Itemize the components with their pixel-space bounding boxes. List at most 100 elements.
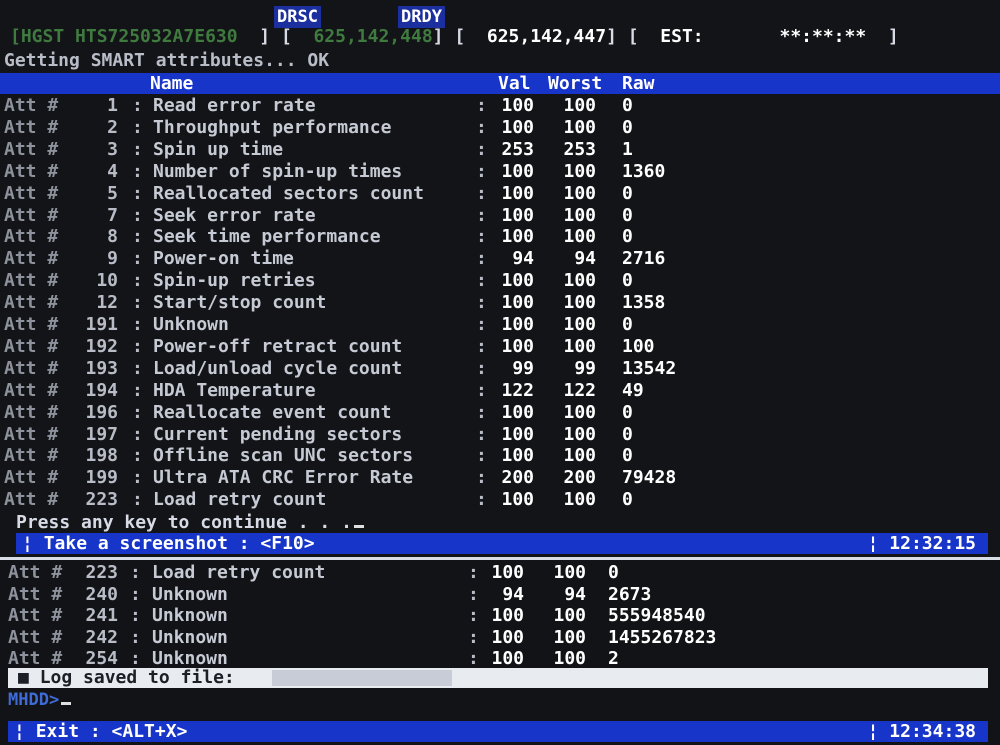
log-saved-bar: ■ Log saved to file:: [8, 668, 988, 688]
attr-prefix: Att #: [4, 445, 59, 467]
attr-raw: 79428: [622, 467, 677, 489]
attr-id: 192: [85, 335, 118, 357]
table-row: Att #191: Unknown:100 100 0: [0, 314, 1000, 336]
attr-prefix: Att #: [4, 401, 59, 423]
attr-worst: 100: [553, 605, 586, 626]
attr-prefix: Att #: [8, 562, 63, 583]
attr-worst: 94: [564, 583, 586, 605]
attr-raw: 1358: [622, 292, 666, 314]
attr-id: 241: [85, 605, 118, 626]
smart-status-message: Getting SMART attributes... OK: [4, 50, 330, 71]
separator: :: [476, 335, 487, 357]
attr-name: Start/stop count: [153, 292, 327, 314]
attr-val: 100: [501, 335, 534, 357]
attr-prefix: Att #: [4, 204, 59, 226]
table-row: Att #196: Reallocate event count:100 100 0: [0, 402, 1000, 424]
attr-val: 99: [512, 357, 534, 379]
attr-raw: 2716: [622, 248, 666, 270]
separator: :: [132, 226, 143, 248]
separator: :: [132, 489, 143, 511]
attr-val: 100: [491, 605, 524, 626]
table-row: Att #4: Number of spin-up times:100 100 136…: [0, 161, 1000, 183]
attr-raw: 2: [608, 648, 619, 669]
attr-worst: 100: [563, 182, 596, 204]
table-header: Name Val Worst Raw: [0, 73, 1000, 94]
attr-val: 100: [501, 204, 534, 226]
attr-name: Unknown: [153, 314, 229, 335]
separator: :: [132, 335, 143, 357]
separator: :: [476, 182, 487, 204]
attr-prefix: Att #: [4, 292, 59, 314]
table-row: Att #10: Spin-up retries:100 100 0: [0, 270, 1000, 292]
attr-val: 100: [501, 314, 534, 335]
attr-worst: 100: [563, 160, 596, 182]
exit-hint: ¦ Exit : <ALT+X>: [14, 721, 188, 742]
table-row: Att #194: HDA Temperature:122 122 49: [0, 380, 1000, 402]
attr-val: 100: [501, 226, 534, 248]
attr-name: Reallocated sectors count: [153, 182, 424, 204]
attr-id: 4: [107, 160, 118, 182]
separator: :: [476, 314, 487, 335]
separator: :: [130, 605, 141, 626]
attr-prefix: Att #: [4, 357, 59, 379]
est-label: EST:: [660, 26, 704, 47]
attr-id: 3: [107, 138, 118, 160]
attr-name: Seek error rate: [153, 204, 316, 226]
attr-prefix: Att #: [8, 626, 63, 648]
attr-id: 191: [85, 314, 118, 335]
separator: :: [476, 423, 487, 445]
lba-max: 625,142,448: [313, 26, 433, 47]
separator: :: [476, 357, 487, 379]
attr-val: 100: [501, 401, 534, 423]
log-message: ■ Log saved to file:: [18, 667, 235, 688]
attr-worst: 100: [553, 648, 586, 669]
attr-raw: 0: [608, 562, 619, 583]
attr-name: Throughput performance: [153, 116, 392, 138]
separator: :: [468, 583, 479, 605]
mhdd-prompt[interactable]: MHDD>: [8, 690, 72, 710]
table-row: Att #7: Seek error rate:100 100 0: [0, 205, 1000, 227]
separator: :: [476, 95, 487, 116]
attr-prefix: Att #: [4, 379, 59, 401]
attr-val: 100: [501, 292, 534, 314]
attr-worst: 100: [563, 270, 596, 292]
attr-val: 100: [491, 562, 524, 583]
continue-prompt: Press any key to continue . . .: [16, 512, 364, 534]
attr-raw: 49: [622, 379, 644, 401]
attr-val: 100: [501, 445, 534, 467]
attr-val: 122: [501, 379, 534, 401]
separator: :: [476, 467, 487, 489]
attr-prefix: Att #: [4, 423, 59, 445]
table-row: Att # 240: Unknown: 94 94 2673: [0, 584, 1000, 606]
attr-raw: 0: [622, 95, 633, 116]
separator: :: [130, 583, 141, 605]
table-row: Att #8: Seek time performance:100 100 0: [0, 226, 1000, 248]
attr-prefix: Att #: [4, 270, 59, 292]
attr-prefix: Att #: [8, 583, 63, 605]
attr-val: 94: [502, 583, 524, 605]
attr-name: HDA Temperature: [153, 379, 316, 401]
table-row: Att #242: Unknown:100 100 1455267823: [0, 627, 1000, 649]
separator: :: [476, 138, 487, 160]
table-row: Att #12: Start/stop count:100 100 1358: [0, 292, 1000, 314]
separator: :: [130, 626, 141, 648]
separator: :: [468, 626, 479, 648]
est-value: **:**:**: [779, 26, 867, 47]
attr-prefix: Att #: [4, 160, 59, 182]
attr-raw: 0: [622, 489, 633, 511]
separator: :: [476, 204, 487, 226]
table-row: Att #241: Unknown:100 100 555948540: [0, 605, 1000, 627]
attr-id: 242: [85, 626, 118, 648]
attr-worst: 99: [574, 357, 596, 379]
attr-prefix: Att #: [4, 467, 59, 489]
attr-raw: 1: [622, 138, 633, 160]
attr-raw: 0: [622, 204, 633, 226]
lba-current: 625,142,447: [486, 26, 607, 47]
attr-val: 100: [501, 182, 534, 204]
separator: :: [132, 204, 143, 226]
attr-name: Current pending sectors: [153, 423, 403, 445]
attr-raw: 2673: [608, 583, 652, 605]
attr-name: Unknown: [152, 605, 228, 626]
attr-prefix: Att #: [4, 116, 59, 138]
attr-val: 100: [501, 116, 534, 138]
